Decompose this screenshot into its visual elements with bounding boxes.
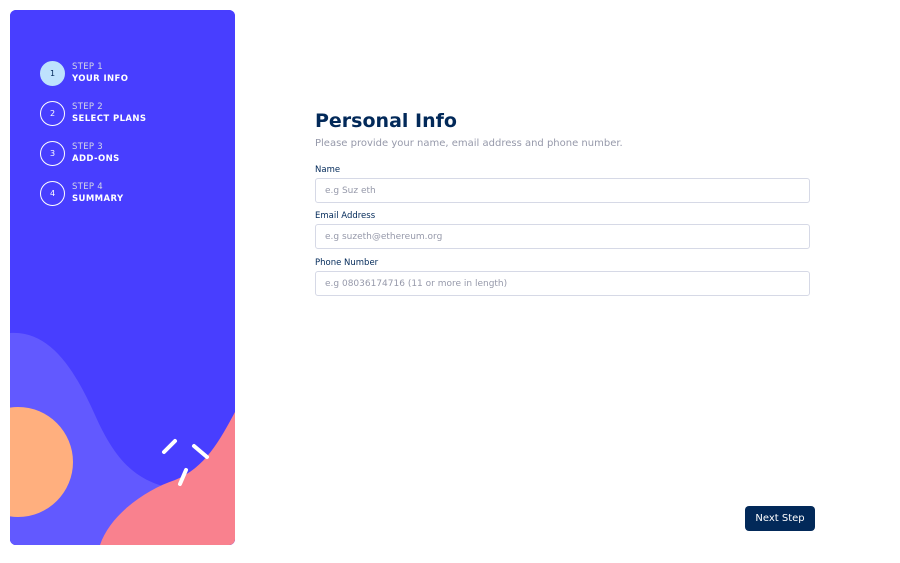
email-input[interactable] — [315, 224, 810, 249]
step-number: 2 — [40, 100, 65, 126]
page-subtitle: Please provide your name, email address … — [315, 138, 623, 149]
email-label: Email Address — [315, 211, 376, 221]
step-label: STEP 4 — [72, 182, 103, 192]
page: 1 STEP 1 YOUR INFO 2 STEP 2 SELECT PLANS… — [0, 0, 900, 563]
step-4[interactable]: 4 STEP 4 SUMMARY — [40, 180, 146, 206]
name-label: Name — [315, 165, 341, 175]
step-2[interactable]: 2 STEP 2 SELECT PLANS — [40, 100, 146, 126]
phone-input[interactable] — [315, 271, 810, 296]
step-number: 3 — [40, 140, 65, 166]
phone-field-group: Phone Number — [315, 258, 810, 296]
sidebar: 1 STEP 1 YOUR INFO 2 STEP 2 SELECT PLANS… — [10, 10, 235, 545]
form-panel: Personal Info Please provide your name, … — [315, 0, 810, 563]
step-number: 1 — [40, 60, 65, 86]
step-label: STEP 3 — [72, 142, 103, 152]
name-field-group: Name — [315, 165, 810, 203]
step-title: YOUR INFO — [72, 74, 129, 84]
email-field-group: Email Address — [315, 211, 810, 249]
step-title: SUMMARY — [72, 194, 124, 204]
step-number: 4 — [40, 180, 65, 206]
name-input[interactable] — [315, 178, 810, 203]
phone-label: Phone Number — [315, 258, 379, 268]
step-title: ADD-ONS — [72, 154, 120, 164]
step-list: 1 STEP 1 YOUR INFO 2 STEP 2 SELECT PLANS… — [40, 60, 146, 220]
next-step-button[interactable]: Next Step — [745, 506, 815, 531]
step-3[interactable]: 3 STEP 3 ADD-ONS — [40, 140, 146, 166]
step-label: STEP 2 — [72, 102, 103, 112]
step-title: SELECT PLANS — [72, 114, 147, 124]
page-title: Personal Info — [315, 110, 457, 132]
step-1[interactable]: 1 STEP 1 YOUR INFO — [40, 60, 146, 86]
step-label: STEP 1 — [72, 62, 103, 72]
